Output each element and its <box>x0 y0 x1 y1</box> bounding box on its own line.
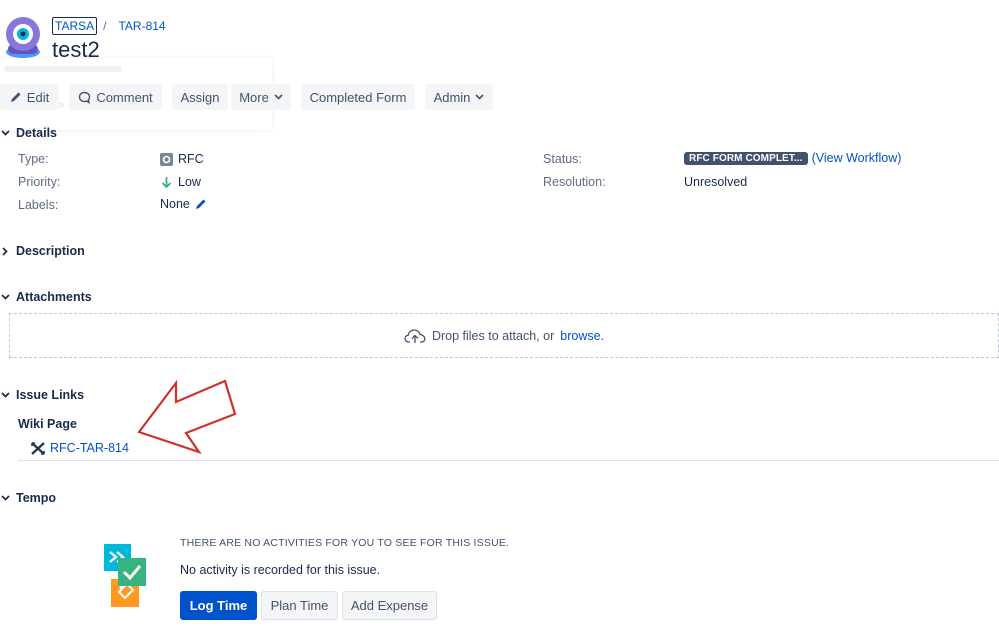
comment-label: Comment <box>96 89 153 105</box>
comment-icon <box>79 91 91 104</box>
type-value-text: RFC <box>178 152 204 166</box>
more-label: More <box>239 89 269 105</box>
annotation-arrow-icon <box>134 376 240 459</box>
admin-dropdown-button[interactable]: Admin <box>425 84 493 110</box>
pencil-icon[interactable] <box>195 198 207 210</box>
assign-label: Assign <box>180 89 220 105</box>
arrow-down-icon <box>161 176 172 188</box>
cloud-upload-icon <box>404 328 426 343</box>
breadcrumb-project-link[interactable]: TARSA <box>52 17 98 35</box>
chevron-down-icon <box>475 94 484 100</box>
chevron-down-icon <box>0 292 10 302</box>
chevron-down-icon <box>0 128 10 138</box>
tempo-empty-text: No activity is recorded for this issue. <box>180 563 381 577</box>
breadcrumb-separator: / <box>103 19 107 33</box>
add-expense-button[interactable]: Add Expense <box>342 591 437 620</box>
labels-value-text: None <box>160 197 190 211</box>
details-heading: Details <box>16 126 57 140</box>
wiki-page-link[interactable]: RFC-TAR-814 <box>50 441 129 455</box>
type-label: Type: <box>18 152 49 166</box>
attachments-section-toggle[interactable]: Attachments <box>0 290 92 304</box>
confluence-link-icon <box>31 441 45 455</box>
status-value: RFC FORM COMPLET... (View Workflow) <box>684 151 901 165</box>
chevron-down-icon <box>0 390 10 400</box>
description-heading: Description <box>16 244 85 258</box>
status-label: Status: <box>543 152 582 166</box>
priority-value: Low <box>160 175 201 189</box>
details-section-toggle[interactable]: Details <box>0 126 57 140</box>
edit-button[interactable]: Edit <box>0 84 59 110</box>
resolution-value: Unresolved <box>684 175 748 189</box>
priority-value-text: Low <box>178 175 201 189</box>
edit-label: Edit <box>26 89 50 105</box>
resolution-label: Resolution: <box>543 175 606 189</box>
issue-links-heading: Issue Links <box>16 388 85 402</box>
labels-value[interactable]: None <box>160 197 207 211</box>
attachments-heading: Attachments <box>16 290 92 304</box>
status-badge: RFC FORM COMPLET... <box>684 151 808 165</box>
dropzone-text: Drop files to attach, or <box>431 328 555 343</box>
tempo-empty-heading: THERE ARE NO ACTIVITIES FOR YOU TO SEE F… <box>180 537 510 549</box>
breadcrumb: TARSA / TAR-814 <box>52 17 166 35</box>
wiki-page-group-title: Wiki Page <box>18 417 77 431</box>
chevron-right-icon <box>0 246 10 256</box>
labels-label: Labels: <box>18 198 59 212</box>
browse-link[interactable]: browse. <box>560 329 604 343</box>
plan-time-button[interactable]: Plan Time <box>261 591 338 620</box>
type-value: RFC <box>160 152 204 166</box>
view-workflow-link[interactable]: (View Workflow) <box>812 151 902 165</box>
issue-links-section-toggle[interactable]: Issue Links <box>0 388 84 402</box>
completed-form-button[interactable]: Completed Form <box>301 84 415 110</box>
description-section-toggle[interactable]: Description <box>0 244 85 258</box>
breadcrumb-issue-key-link[interactable]: TAR-814 <box>118 19 165 33</box>
chevron-down-icon <box>0 493 10 503</box>
assign-button[interactable]: Assign <box>172 84 228 110</box>
comment-button[interactable]: Comment <box>69 84 162 110</box>
rfc-type-icon <box>160 152 173 166</box>
log-time-button[interactable]: Log Time <box>180 591 257 620</box>
tempo-section-toggle[interactable]: Tempo <box>0 491 56 505</box>
attachment-dropzone[interactable]: Drop files to attach, or browse. <box>9 313 999 358</box>
priority-label: Priority: <box>18 175 61 189</box>
more-dropdown-button[interactable]: More <box>231 84 291 110</box>
pencil-icon <box>10 92 21 102</box>
admin-label: Admin <box>433 89 471 105</box>
chevron-down-icon <box>274 94 283 100</box>
completed-form-label: Completed Form <box>309 89 407 105</box>
tempo-heading: Tempo <box>16 491 57 505</box>
tempo-logo-icon <box>102 542 148 610</box>
project-avatar-icon[interactable] <box>2 14 44 60</box>
